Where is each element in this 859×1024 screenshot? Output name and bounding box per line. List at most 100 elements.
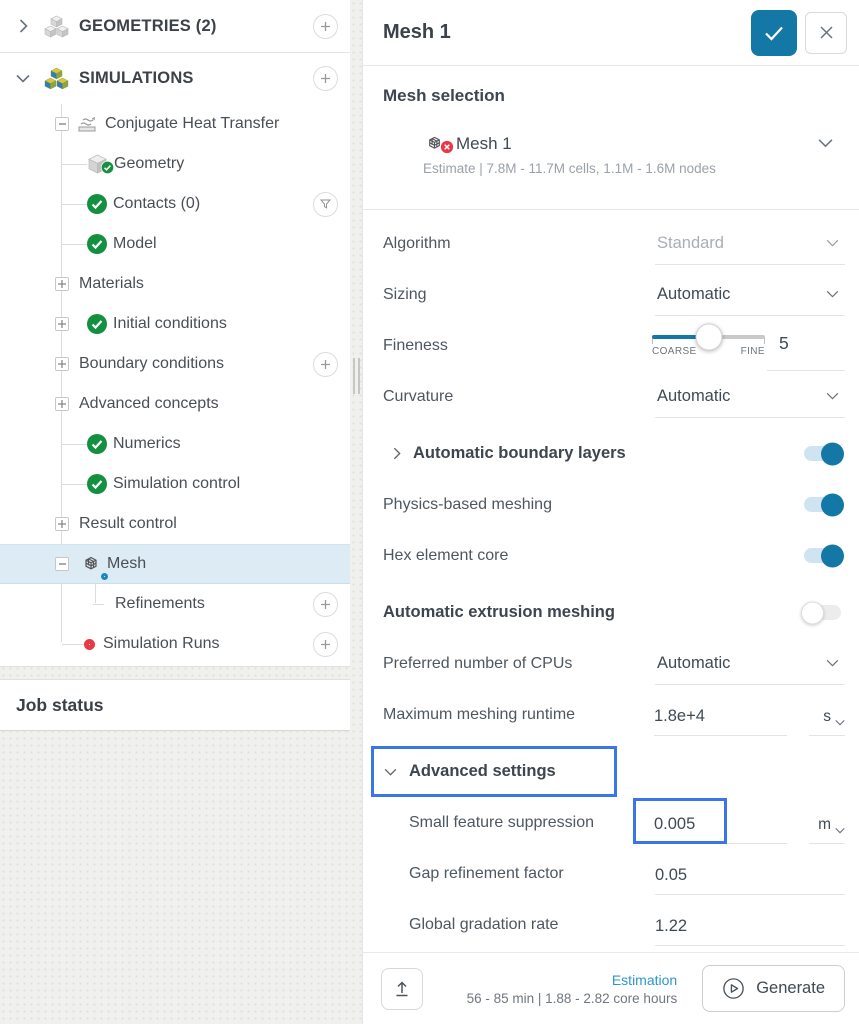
setting-row-sizing: Sizing Automatic [383,269,845,320]
max-runtime-unit-select[interactable]: s [809,694,845,736]
filter-contacts-button[interactable] [313,192,338,217]
physics-based-meshing-toggle[interactable] [804,497,841,512]
scene-tree-sidebar: GEOMETRIES (2) [0,0,350,667]
expand-icon[interactable] [55,397,69,411]
setting-row-auto-boundary-layers: Automatic boundary layers [383,428,845,479]
small-feature-suppression-unit-select[interactable]: m [809,802,845,844]
confirm-button[interactable] [751,10,797,56]
fineness-slider[interactable] [652,335,765,339]
tree-item-label: Result control [79,515,177,533]
advanced-settings-label: Advanced settings [409,762,556,781]
small-feature-suppression-input[interactable]: 0.005 [654,802,787,844]
chevron-right-icon[interactable] [393,447,401,460]
play-circle-icon [722,977,745,1000]
geometry-cube-icon [87,154,108,174]
global-gradation-label: Global gradation rate [383,916,558,934]
expand-icon[interactable] [55,317,69,331]
max-runtime-input[interactable]: 1.8e+4 [654,694,787,736]
curvature-select[interactable]: Automatic [655,376,845,418]
tree-item-materials[interactable]: Materials [0,264,350,304]
tree-item-label: Mesh [107,555,146,573]
gap-refinement-label: Gap refinement factor [383,865,564,883]
chevron-down-icon[interactable] [818,135,833,153]
tree-item-label: Simulation Runs [103,635,220,653]
geometries-label: GEOMETRIES (2) [79,17,217,36]
slider-min-label: COARSE [652,346,697,357]
gap-refinement-input[interactable]: 0.05 [655,853,845,895]
tree-item-model[interactable]: Model [0,224,350,264]
chevron-down-icon [384,768,397,776]
job-status-section[interactable]: Job status [0,679,350,731]
tree-item-geometry[interactable]: Geometry [0,144,350,184]
setting-row-gap-refinement: Gap refinement factor 0.05 [383,848,845,899]
simulations-label: SIMULATIONS [79,69,194,88]
job-status-label: Job status [16,695,104,716]
setting-row-global-gradation: Global gradation rate 1.22 [383,899,845,950]
mesh-selection-item[interactable]: Mesh 1 [423,132,845,155]
tree-item-conjugate-heat-transfer[interactable]: Conjugate Heat Transfer [0,104,350,144]
add-boundary-condition-button[interactable] [313,352,338,377]
close-button[interactable] [805,12,847,54]
setting-row-fineness: Fineness COARSE FINE 5 [383,320,845,371]
preferred-cpus-select[interactable]: Automatic [655,643,845,685]
add-simulation-button[interactable] [313,66,338,91]
tree-item-simulation-control[interactable]: Simulation control [0,464,350,504]
add-geometry-button[interactable] [313,14,338,39]
collapse-icon[interactable] [55,557,69,571]
physics-based-meshing-label: Physics-based meshing [383,496,552,514]
chevron-down-icon [826,392,839,400]
chevron-down-icon [826,659,839,667]
slider-handle[interactable] [696,323,723,350]
upload-button[interactable] [381,968,423,1010]
chevron-right-icon[interactable] [16,19,30,33]
tree-item-label: Materials [79,275,144,293]
setting-row-max-runtime: Maximum meshing runtime 1.8e+4 s [383,689,845,740]
mesh-selection-heading: Mesh selection [383,86,845,106]
tree-item-label: Numerics [113,435,181,453]
expand-icon[interactable] [55,277,69,291]
panel-footer: Estimation 56 - 85 min | 1.88 - 2.82 cor… [363,952,859,1024]
section-geometries[interactable]: GEOMETRIES (2) [0,0,350,52]
global-gradation-input[interactable]: 1.22 [655,904,845,946]
expand-icon[interactable] [55,517,69,531]
auto-extrusion-meshing-toggle[interactable] [804,605,841,620]
check-status-icon [87,474,107,494]
algorithm-select[interactable]: Standard [655,223,845,265]
check-badge-icon [101,161,114,179]
tree-item-simulation-runs[interactable]: Simulation Runs [0,624,350,664]
panel-title: Mesh 1 [383,21,451,44]
tree-item-contacts[interactable]: Contacts (0) [0,184,350,224]
error-badge-icon [440,140,454,159]
setting-row-curvature: Curvature Automatic [383,371,845,422]
chevron-down-icon [835,719,845,726]
generate-button[interactable]: Generate [702,965,845,1012]
tree-item-advanced-concepts[interactable]: Advanced concepts [0,384,350,424]
add-refinement-button[interactable] [313,592,338,617]
estimation-link[interactable]: Estimation [467,972,678,988]
fineness-value-input[interactable]: 5 [767,331,845,371]
heat-transfer-icon [77,114,99,134]
simulation-tree: Conjugate Heat Transfer [0,104,350,666]
auto-boundary-layers-toggle[interactable] [804,446,841,461]
tree-item-numerics[interactable]: Numerics [0,424,350,464]
tree-item-label: Advanced concepts [79,395,219,413]
expand-icon[interactable] [55,357,69,371]
chevron-down-icon[interactable] [16,74,30,83]
sizing-select[interactable]: Automatic [655,274,845,316]
tree-item-result-control[interactable]: Result control [0,504,350,544]
hex-element-core-toggle[interactable] [804,548,841,563]
panel-resize-handle[interactable] [353,358,360,394]
sizing-label: Sizing [383,286,427,304]
setting-row-auto-extrusion-meshing: Automatic extrusion meshing [383,587,845,638]
tree-item-mesh[interactable]: Mesh [0,544,350,584]
tree-item-initial-conditions[interactable]: Initial conditions [0,304,350,344]
setting-row-preferred-cpus: Preferred number of CPUs Automatic [383,638,845,689]
advanced-settings-highlight-box[interactable]: Advanced settings [371,746,617,797]
collapse-icon[interactable] [55,117,69,131]
tree-item-boundary-conditions[interactable]: Boundary conditions [0,344,350,384]
check-status-icon [87,194,107,214]
add-simulation-run-button[interactable] [313,632,338,657]
tree-item-refinements[interactable]: Refinements [0,584,350,624]
section-simulations[interactable]: SIMULATIONS [0,53,350,104]
app-window: GEOMETRIES (2) [0,0,859,1024]
